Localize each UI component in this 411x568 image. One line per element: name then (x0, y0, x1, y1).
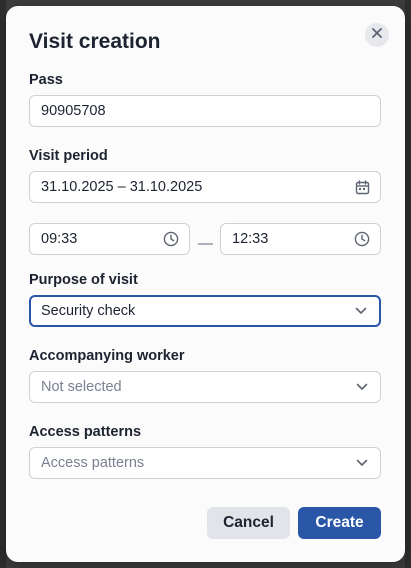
cancel-button[interactable]: Cancel (207, 507, 290, 539)
clock-icon[interactable] (353, 230, 371, 248)
time-from-input[interactable]: 09:33 (29, 223, 190, 255)
clock-icon[interactable] (162, 230, 180, 248)
create-button[interactable]: Create (298, 507, 381, 539)
time-to-input[interactable]: 12:33 (220, 223, 381, 255)
chevron-down-icon (353, 454, 371, 472)
pass-input[interactable]: 90905708 (29, 95, 381, 127)
chevron-down-icon (353, 378, 371, 396)
visit-creation-dialog: Visit creation Pass 90905708 Visit perio… (6, 6, 405, 562)
time-to-value: 12:33 (232, 231, 269, 247)
date-range-input[interactable]: 31.10.2025 – 31.10.2025 (29, 171, 381, 203)
purpose-label: Purpose of visit (29, 272, 138, 288)
close-icon (371, 26, 383, 44)
access-patterns-placeholder: Access patterns (41, 455, 145, 471)
backdrop-right (405, 0, 411, 568)
access-patterns-label: Access patterns (29, 424, 142, 440)
date-range-value: 31.10.2025 – 31.10.2025 (41, 179, 203, 195)
accompanying-worker-placeholder: Not selected (41, 379, 122, 395)
time-from-value: 09:33 (41, 231, 78, 247)
purpose-select[interactable]: Security check (29, 295, 381, 327)
accompanying-worker-select[interactable]: Not selected (29, 371, 381, 403)
accompanying-worker-label: Accompanying worker (29, 348, 185, 364)
purpose-value: Security check (41, 303, 136, 319)
dialog-title: Visit creation (29, 30, 161, 53)
calendar-icon[interactable] (353, 178, 371, 196)
chevron-down-icon (352, 302, 370, 320)
access-patterns-select[interactable]: Access patterns (29, 447, 381, 479)
time-range-separator: — (198, 235, 213, 252)
visit-period-label: Visit period (29, 148, 108, 164)
pass-label: Pass (29, 72, 63, 88)
pass-value: 90905708 (41, 103, 106, 119)
close-button[interactable] (365, 23, 389, 47)
